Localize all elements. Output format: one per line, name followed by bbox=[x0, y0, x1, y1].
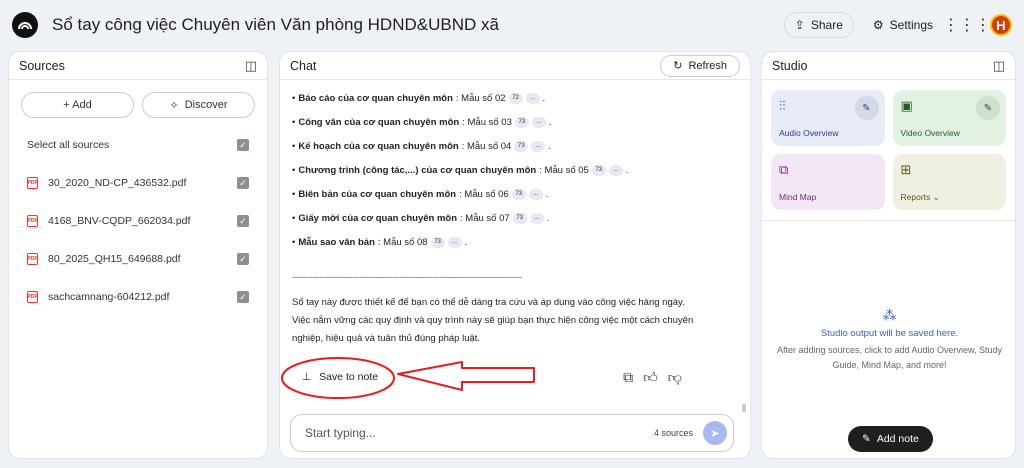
pencil-icon[interactable]: ✎ bbox=[854, 96, 879, 120]
source-item[interactable]: PDF sachcamnang-604212.pdf ✓ bbox=[9, 278, 267, 316]
list-item: • Giấy mời của cơ quan chuyên môn: Mẫu s… bbox=[292, 212, 550, 224]
message-actions: ⊥ Save to note ⧉ 👍︎ 👎︎ bbox=[292, 364, 732, 390]
citation-chip[interactable]: 73 bbox=[514, 140, 529, 152]
pdf-icon: PDF bbox=[27, 215, 38, 227]
avatar[interactable]: H bbox=[990, 14, 1012, 36]
pdf-icon: PDF bbox=[27, 253, 38, 265]
pin-icon: ⊥ bbox=[302, 371, 312, 383]
chat-message: • Báo cáo của cơ quan chuyên môn: Mẫu số… bbox=[280, 80, 750, 348]
apps-grid-icon[interactable]: ⋮⋮⋮ bbox=[943, 10, 991, 40]
send-icon[interactable]: ➤ bbox=[703, 421, 727, 445]
gear-icon: ⚙ bbox=[872, 18, 884, 32]
reports-icon: ⊞ bbox=[900, 162, 912, 177]
citation-more-chip[interactable]: ... bbox=[529, 212, 544, 224]
citation-chip[interactable]: 73 bbox=[591, 164, 606, 176]
studio-empty-state: ⁂ Studio output will be saved here. Afte… bbox=[762, 307, 1015, 373]
source-checkbox[interactable]: ✓ bbox=[237, 291, 249, 303]
citation-more-chip[interactable]: ... bbox=[531, 140, 546, 152]
list-item: • Biên bản của cơ quan chuyên môn: Mẫu s… bbox=[292, 188, 549, 200]
citation-chip[interactable]: 73 bbox=[430, 236, 445, 248]
citation-more-chip[interactable]: ... bbox=[525, 92, 540, 104]
citation-chip[interactable]: 72 bbox=[508, 92, 523, 104]
collapse-panel-icon[interactable]: ◫ bbox=[245, 58, 257, 74]
sources-panel: Sources ◫ + Add ✧ Discover Select all so… bbox=[8, 51, 268, 459]
list-item: • Kế hoạch của cơ quan chuyên môn: Mẫu s… bbox=[292, 140, 551, 152]
video-overview-card[interactable]: ▣ Video Overview ✎ bbox=[892, 90, 1006, 146]
share-icon: ⇪ bbox=[794, 18, 805, 32]
collapse-panel-icon[interactable]: ◫ bbox=[993, 58, 1005, 74]
source-count: 4 sources bbox=[653, 428, 693, 438]
mind-map-icon: ⧉ bbox=[779, 162, 789, 177]
chevron-down-icon: ⌄ bbox=[932, 192, 940, 202]
paragraph: Sổ tay này được thiết kế để bạn có thể d… bbox=[292, 297, 694, 344]
notebook-title[interactable]: Sổ tay công việc Chuyên viên Văn phòng H… bbox=[52, 15, 499, 35]
chat-title: Chat bbox=[290, 58, 317, 73]
chat-panel: Chat ↻ Refresh • Báo cáo của cơ quan chu… bbox=[279, 51, 751, 459]
citation-chip[interactable]: 73 bbox=[512, 212, 527, 224]
refresh-icon: ↻ bbox=[673, 60, 683, 72]
notebooklm-logo-icon[interactable] bbox=[12, 12, 38, 38]
share-button[interactable]: ⇪ Share bbox=[783, 12, 854, 38]
divider: ----------------------------------------… bbox=[292, 272, 522, 282]
reports-card[interactable]: ⊞ Reports ⌄ bbox=[892, 154, 1006, 210]
source-checkbox[interactable]: ✓ bbox=[237, 177, 249, 189]
copy-icon[interactable]: ⧉ bbox=[623, 369, 633, 386]
add-note-button[interactable]: ✎ Add note bbox=[848, 426, 933, 452]
list-item: • Mẫu sao văn bản: Mẫu số 08 73 ... . bbox=[292, 236, 468, 248]
pdf-icon: PDF bbox=[27, 177, 38, 189]
citation-chip[interactable]: 73 bbox=[511, 188, 526, 200]
source-item[interactable]: PDF 80_2025_QH15_649688.pdf ✓ bbox=[9, 240, 267, 278]
studio-panel: Studio ◫ ⫶⫶ Audio Overview ✎ ▣ Video Ove… bbox=[761, 51, 1016, 459]
scrollbar[interactable] bbox=[742, 404, 746, 412]
source-item[interactable]: PDF 4168_BNV-CQDP_662034.pdf ✓ bbox=[9, 202, 267, 240]
chat-input[interactable]: Start typing... 4 sources ➤ bbox=[290, 414, 734, 452]
add-source-button[interactable]: + Add bbox=[21, 92, 134, 118]
citation-more-chip[interactable]: ... bbox=[531, 116, 546, 128]
pdf-icon: PDF bbox=[27, 291, 38, 303]
list-item: • Chương trình (công tác,...) của cơ qua… bbox=[292, 164, 629, 176]
citation-more-chip[interactable]: ... bbox=[528, 188, 543, 200]
magic-wand-icon: ⁂ bbox=[882, 307, 897, 323]
source-checkbox[interactable]: ✓ bbox=[237, 215, 249, 227]
chat-input-placeholder: Start typing... bbox=[305, 426, 376, 440]
pencil-icon: ✎ bbox=[862, 433, 871, 445]
discover-icon: ✧ bbox=[169, 99, 179, 112]
mind-map-card[interactable]: ⧉ Mind Map bbox=[771, 154, 885, 210]
select-all-row[interactable]: Select all sources ✓ bbox=[9, 126, 267, 164]
refresh-button[interactable]: ↻ Refresh bbox=[660, 54, 740, 77]
thumbs-up-icon[interactable]: 👍︎ bbox=[643, 369, 658, 386]
list-item: • Công văn của cơ quan chuyên môn: Mẫu s… bbox=[292, 116, 552, 128]
discover-button[interactable]: ✧ Discover bbox=[142, 92, 255, 118]
citation-chip[interactable]: 73 bbox=[514, 116, 529, 128]
source-checkbox[interactable]: ✓ bbox=[237, 253, 249, 265]
citation-more-chip[interactable]: ... bbox=[447, 236, 462, 248]
thumbs-down-icon[interactable]: 👎︎ bbox=[668, 369, 682, 386]
select-all-checkbox[interactable]: ✓ bbox=[237, 139, 249, 151]
settings-button[interactable]: ⚙ Settings bbox=[861, 12, 944, 38]
source-item[interactable]: PDF 30_2020_ND-CP_436532.pdf ✓ bbox=[9, 164, 267, 202]
save-to-note-button[interactable]: ⊥ Save to note bbox=[302, 371, 378, 383]
pencil-icon[interactable]: ✎ bbox=[976, 96, 1000, 120]
list-item: • Báo cáo của cơ quan chuyên môn: Mẫu số… bbox=[292, 92, 546, 104]
sources-title: Sources bbox=[19, 58, 65, 73]
citation-more-chip[interactable]: ... bbox=[608, 164, 623, 176]
app-header: Sổ tay công việc Chuyên viên Văn phòng H… bbox=[0, 0, 1024, 50]
studio-title: Studio bbox=[772, 58, 808, 73]
audio-overview-card[interactable]: ⫶⫶ Audio Overview ✎ bbox=[771, 90, 885, 146]
